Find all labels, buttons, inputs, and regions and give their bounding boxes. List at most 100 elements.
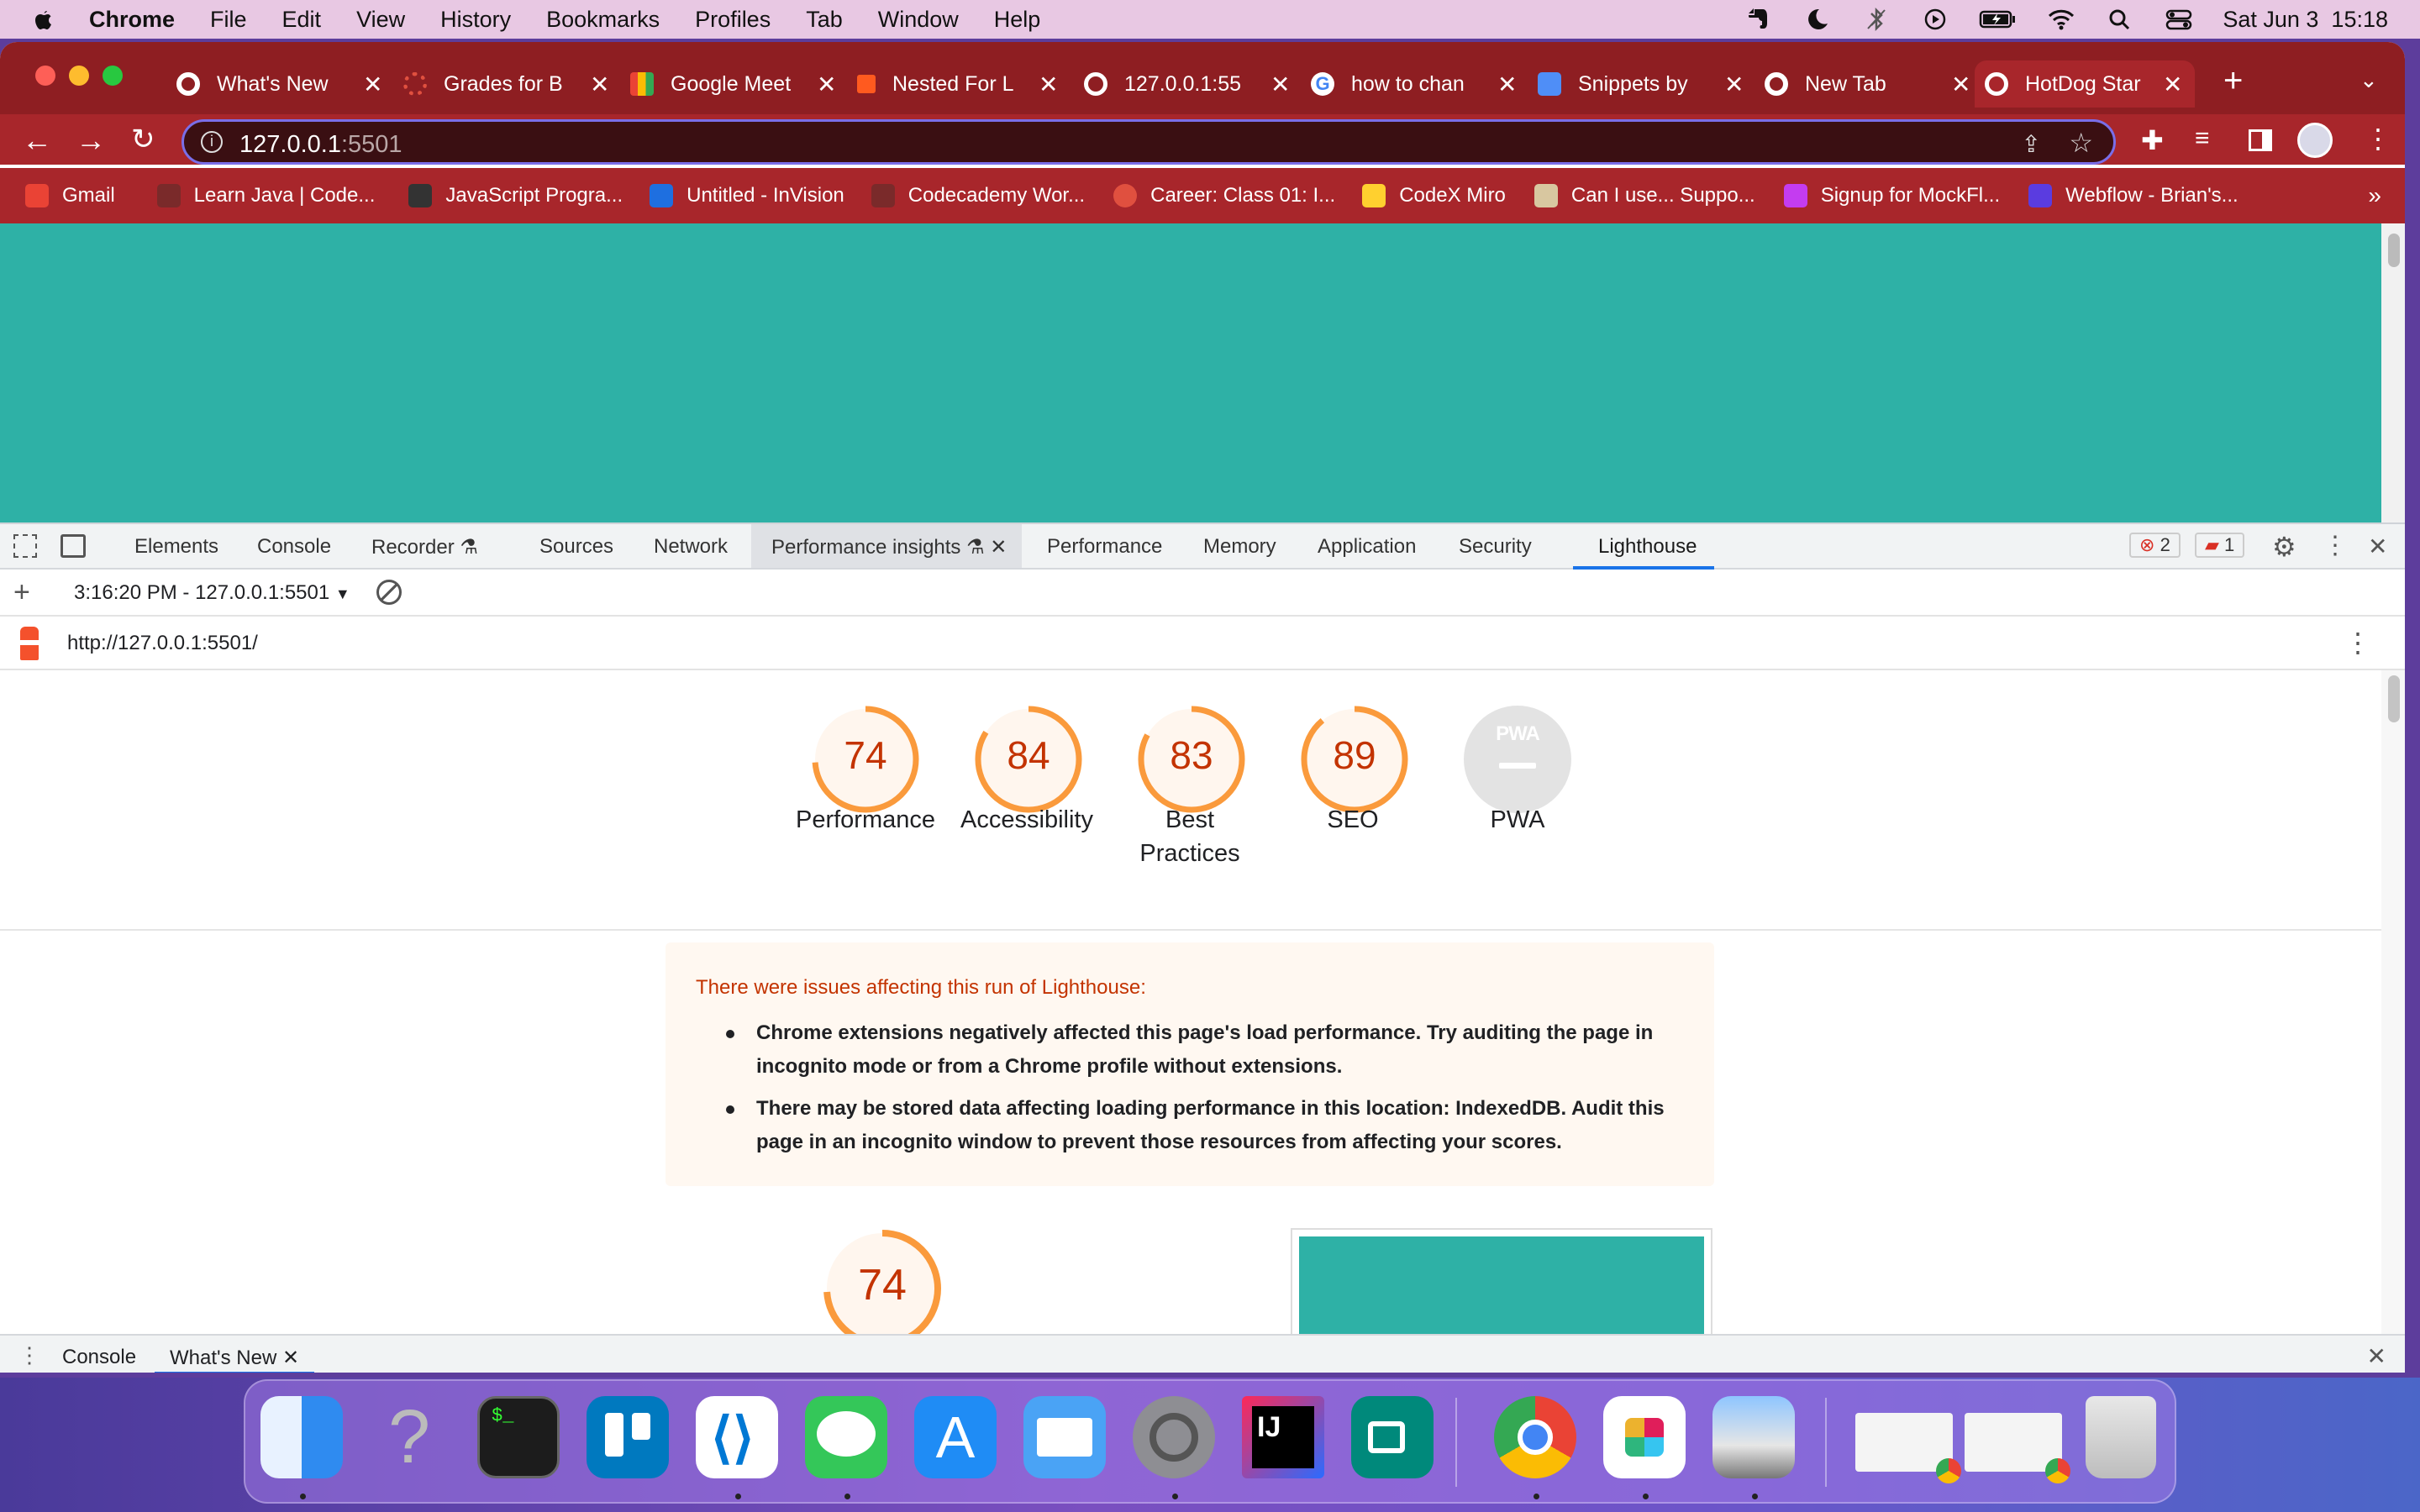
menu-help[interactable]: Help	[994, 7, 1041, 33]
minimize-window-button[interactable]	[69, 66, 89, 86]
bluetooth-icon[interactable]	[1861, 7, 1891, 32]
report-menu-icon[interactable]: ⋮	[2344, 627, 2371, 659]
tab-nested-for[interactable]: Nested For L ✕	[857, 62, 1058, 106]
close-tab-icon[interactable]: ✕	[817, 71, 836, 98]
gauge-pwa[interactable]: PWA	[1462, 704, 1571, 819]
warning-count-badge[interactable]: ▰ 1	[2195, 533, 2245, 558]
gauge-performance-large[interactable]: 74	[822, 1228, 943, 1334]
bookmark-gmail[interactable]: Gmail	[25, 184, 115, 207]
bookmarks-overflow-icon[interactable]: »	[2368, 182, 2381, 209]
bookmark-codex-miro[interactable]: CodeX Miro	[1362, 184, 1506, 207]
slack-icon[interactable]	[1603, 1396, 1686, 1478]
share-icon[interactable]: ⇪	[2022, 130, 2041, 158]
bookmark-learn-java[interactable]: Learn Java | Code...	[156, 184, 375, 207]
tab-performance-insights[interactable]: Performance insights ⚗ ✕	[751, 524, 1022, 568]
drawer-tab-console[interactable]: Console	[62, 1346, 136, 1369]
address-bar[interactable]: i 127.0.0.1:5501 ⇪ ☆	[182, 119, 2116, 165]
devtools-more-icon[interactable]: ⋮	[2323, 531, 2348, 560]
menu-window[interactable]: Window	[878, 7, 959, 33]
side-panel-icon[interactable]	[2249, 129, 2272, 151]
tab-search-chevron-icon[interactable]: ⌄	[2360, 67, 2378, 93]
play-circle-icon[interactable]	[1920, 7, 1950, 32]
close-tab-icon[interactable]: ✕	[2163, 71, 2182, 98]
chrome-icon[interactable]	[1494, 1396, 1576, 1478]
clear-reports-icon[interactable]	[376, 580, 402, 605]
extensions-icon[interactable]: ✚	[2141, 124, 2164, 156]
help-question-icon[interactable]: ?	[368, 1396, 450, 1478]
control-center-icon[interactable]	[2164, 7, 2194, 32]
tab-google-meet[interactable]: Google Meet ✕	[630, 62, 836, 106]
gauge-seo[interactable]: 89	[1299, 704, 1408, 819]
tab-console[interactable]: Console	[257, 535, 331, 559]
tab-recorder[interactable]: Recorder ⚗	[371, 535, 478, 559]
zoom-window-button[interactable]	[103, 66, 123, 86]
drawer-tab-whats-new[interactable]: What's New ✕	[155, 1336, 315, 1373]
page-viewport[interactable]	[0, 223, 2381, 522]
new-report-icon[interactable]: +	[13, 576, 30, 609]
report-scrollbar[interactable]	[2381, 670, 2405, 1334]
devtools-settings-icon[interactable]: ⚙	[2272, 531, 2296, 563]
vscode-icon[interactable]: ⟨⟩	[696, 1396, 778, 1478]
tab-hotdog-stand[interactable]: HotDog Star ✕	[1975, 60, 2195, 108]
minimized-chrome-window[interactable]	[1855, 1413, 1961, 1483]
inspect-element-icon[interactable]	[13, 534, 37, 558]
close-window-button[interactable]	[35, 66, 55, 86]
close-tab-icon[interactable]: ✕	[1951, 71, 1970, 98]
moon-icon[interactable]	[1802, 7, 1833, 32]
trello-icon[interactable]	[587, 1396, 669, 1478]
close-tab-icon[interactable]: ✕	[1724, 71, 1744, 98]
report-select[interactable]: 3:16:20 PM - 127.0.0.1:5501 ▼	[74, 581, 350, 605]
tab-sources[interactable]: Sources	[539, 535, 613, 559]
trash-icon[interactable]	[2086, 1396, 2156, 1478]
menu-bookmarks[interactable]: Bookmarks	[546, 7, 660, 33]
page-scrollbar[interactable]	[2381, 223, 2405, 522]
battery-icon[interactable]	[1979, 7, 2018, 32]
tab-elements[interactable]: Elements	[134, 535, 218, 559]
menu-edit[interactable]: Edit	[282, 7, 322, 33]
error-count-badge[interactable]: ⊗ 2	[2129, 533, 2181, 558]
close-tab-icon[interactable]: ✕	[1039, 71, 1058, 98]
forward-icon[interactable]: →	[76, 123, 106, 158]
tab-localhost[interactable]: 127.0.0.1:55 ✕	[1084, 62, 1290, 106]
devtools-close-icon[interactable]: ✕	[2368, 533, 2387, 560]
new-tab-button[interactable]: +	[2223, 62, 2243, 100]
bookmark-mockflow[interactable]: Signup for MockFl...	[1783, 184, 2000, 207]
drawer-menu-icon[interactable]: ⋮	[18, 1342, 40, 1368]
gauge-performance[interactable]: 74	[810, 704, 919, 819]
tab-whats-new[interactable]: What's New ✕	[176, 62, 382, 106]
chrome-menu-icon[interactable]: ⋮	[2365, 123, 2391, 155]
tab-snippets[interactable]: Snippets by ✕	[1538, 62, 1744, 106]
menu-file[interactable]: File	[210, 7, 247, 33]
finder-icon[interactable]	[260, 1396, 343, 1478]
messages-icon[interactable]	[805, 1396, 887, 1478]
tab-grades[interactable]: Grades for B ✕	[403, 62, 609, 106]
menu-tab[interactable]: Tab	[806, 7, 843, 33]
bookmark-star-icon[interactable]: ☆	[2069, 127, 2093, 159]
profile-avatar[interactable]	[2297, 123, 2333, 158]
site-info-icon[interactable]: i	[201, 131, 223, 153]
tab-how-to-change[interactable]: Ghow to chan ✕	[1311, 62, 1517, 106]
apple-icon[interactable]	[30, 7, 55, 32]
close-tab-icon[interactable]: ✕	[363, 71, 382, 98]
close-tab-icon[interactable]: ✕	[590, 71, 609, 98]
menu-view[interactable]: View	[356, 7, 405, 33]
bookmark-invision[interactable]: Untitled - InVision	[650, 184, 844, 207]
reading-list-icon[interactable]: ≡	[2195, 124, 2210, 153]
report-url[interactable]: http://127.0.0.1:5501/	[67, 632, 258, 655]
close-tab-icon[interactable]: ✕	[1497, 71, 1517, 98]
tab-network[interactable]: Network	[654, 535, 728, 559]
close-tab-icon[interactable]: ✕	[282, 1347, 299, 1369]
system-preferences-icon[interactable]	[1133, 1396, 1215, 1478]
bookmark-career[interactable]: Career: Class 01: I...	[1113, 184, 1335, 207]
tab-new-tab[interactable]: New Tab ✕	[1765, 62, 1970, 106]
url-text[interactable]: 127.0.0.1:5501	[239, 131, 402, 159]
gauge-accessibility[interactable]: 84	[973, 704, 1082, 819]
app-store-icon[interactable]: A	[914, 1396, 997, 1478]
wifi-icon[interactable]	[2046, 7, 2076, 32]
bookmark-can-i-use[interactable]: Can I use... Suppo...	[1534, 184, 1755, 207]
preview-icon[interactable]	[1712, 1396, 1795, 1478]
menu-profiles[interactable]: Profiles	[695, 7, 771, 33]
bookmark-codecademy[interactable]: Codecademy Wor...	[871, 184, 1085, 207]
evernote-icon[interactable]	[1744, 7, 1774, 32]
device-toolbar-icon[interactable]	[60, 534, 86, 558]
